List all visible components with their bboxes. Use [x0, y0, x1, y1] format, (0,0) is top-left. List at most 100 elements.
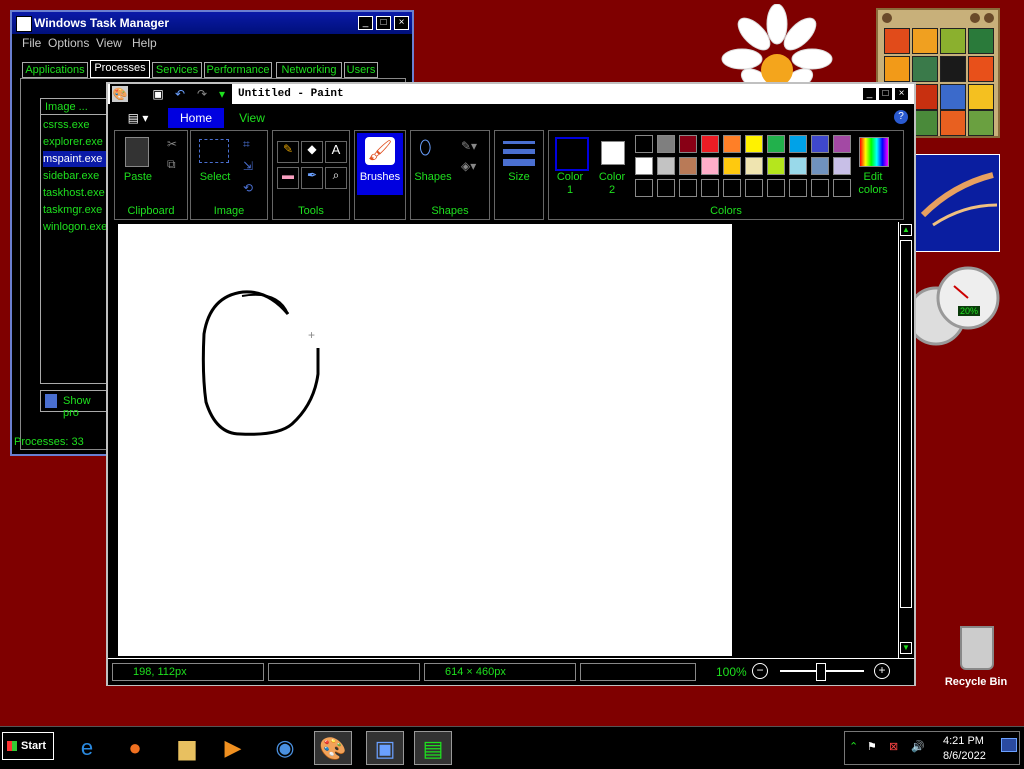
task-manager-taskbar-icon[interactable]: ▤	[414, 731, 452, 765]
palette-swatch[interactable]	[811, 157, 829, 175]
palette-swatch[interactable]	[635, 135, 653, 153]
palette-swatch[interactable]	[657, 157, 675, 175]
scroll-up-icon[interactable]: ▲	[900, 224, 912, 236]
palette-swatch[interactable]	[833, 179, 851, 197]
slideshow-gadget[interactable]	[912, 154, 1000, 252]
menu-options[interactable]: Options	[48, 36, 89, 50]
palette-swatch[interactable]	[745, 157, 763, 175]
zoom-out-button[interactable]: −	[752, 663, 768, 679]
palette-swatch[interactable]	[635, 179, 653, 197]
edit-colors-label[interactable]: Edit	[851, 171, 895, 183]
puzzle-tile[interactable]	[912, 28, 938, 54]
puzzle-tile[interactable]	[940, 110, 966, 136]
tab-home[interactable]: Home	[168, 108, 224, 128]
maximize-button[interactable]: □	[878, 87, 893, 101]
paint-menu-button[interactable]: ▤ ▾	[112, 108, 164, 128]
tab-processes[interactable]: Processes	[90, 60, 150, 78]
list-item[interactable]: sidebar.exe	[43, 168, 109, 184]
chrome-icon[interactable]: ◉	[266, 731, 304, 765]
palette-swatch[interactable]	[767, 157, 785, 175]
outline-icon[interactable]: ✎▾	[461, 139, 477, 153]
show-hidden-icons[interactable]: ⌃	[849, 740, 858, 753]
color1-label[interactable]: Color	[551, 171, 589, 183]
palette-swatch[interactable]	[679, 157, 697, 175]
save-icon[interactable]: ▣	[150, 86, 166, 102]
pencil-icon[interactable]: ✎	[277, 141, 299, 163]
puzzle-tile[interactable]	[912, 56, 938, 82]
list-item[interactable]: taskmgr.exe	[43, 202, 109, 218]
palette-swatch[interactable]	[767, 179, 785, 197]
palette-swatch[interactable]	[701, 157, 719, 175]
task-manager-titlebar[interactable]: Windows Task Manager _ □ ×	[12, 12, 412, 34]
palette-swatch[interactable]	[789, 179, 807, 197]
list-item[interactable]: taskhost.exe	[43, 185, 109, 201]
volume-icon[interactable]: 🔊	[911, 740, 925, 753]
palette-swatch[interactable]	[789, 157, 807, 175]
media-player-icon[interactable]: ▶	[214, 731, 252, 765]
timer-icon[interactable]	[970, 13, 980, 23]
help-icon[interactable]: ?	[894, 110, 908, 124]
zoom-in-button[interactable]: +	[874, 663, 890, 679]
menu-help[interactable]: Help	[132, 36, 157, 50]
magnifier-icon[interactable]: ⌕	[325, 167, 347, 189]
vertical-scrollbar[interactable]: ▲ ▼	[898, 222, 913, 658]
undo-icon[interactable]: ↶	[172, 86, 188, 102]
color1-swatch[interactable]	[555, 137, 589, 171]
palette-swatch[interactable]	[679, 135, 697, 153]
select-icon[interactable]	[199, 139, 229, 163]
paint-titlebar[interactable]: 🎨 ▣ ↶ ↷ ▾ Untitled - Paint _ □ ×	[108, 84, 914, 104]
tab-performance[interactable]: Performance	[204, 62, 272, 78]
minimize-button[interactable]: _	[862, 87, 877, 101]
customize-qat-icon[interactable]: ▾	[214, 86, 230, 102]
palette-swatch[interactable]	[701, 135, 719, 153]
clock-date[interactable]: 8/6/2022	[943, 750, 986, 762]
paste-icon[interactable]	[125, 137, 149, 167]
menu-file[interactable]: File	[22, 36, 41, 50]
text-icon[interactable]: A	[325, 141, 347, 163]
puzzle-tile[interactable]	[940, 56, 966, 82]
palette-swatch[interactable]	[789, 135, 807, 153]
close-button[interactable]: ×	[894, 87, 909, 101]
recycle-bin-desktop-icon[interactable]: Recycle Bin	[938, 624, 1014, 694]
eraser-icon[interactable]: ▬	[277, 167, 299, 189]
zoom-slider-thumb[interactable]	[816, 663, 826, 681]
puzzle-tile[interactable]	[968, 56, 994, 82]
shapes-icon[interactable]: ⬯	[419, 137, 447, 165]
tab-networking[interactable]: Networking	[276, 62, 342, 78]
internet-explorer-icon[interactable]: e	[68, 731, 106, 765]
palette-swatch[interactable]	[657, 135, 675, 153]
palette-swatch[interactable]	[679, 179, 697, 197]
color-picker-icon[interactable]: ✒	[301, 167, 323, 189]
start-button[interactable]: Start	[2, 732, 54, 760]
tab-users[interactable]: Users	[344, 62, 378, 78]
palette-swatch[interactable]	[723, 179, 741, 197]
maximize-button[interactable]: □	[376, 16, 391, 30]
redo-icon[interactable]: ↷	[194, 86, 210, 102]
help-icon[interactable]	[984, 13, 994, 23]
list-item-selected[interactable]: mspaint.exe	[43, 151, 109, 167]
remote-desktop-icon[interactable]: ▣	[366, 731, 404, 765]
show-desktop-icon[interactable]	[1001, 738, 1017, 752]
tab-applications[interactable]: Applications	[22, 62, 88, 78]
color2-label[interactable]: Color	[593, 171, 631, 183]
fill-icon[interactable]: ◆	[301, 141, 323, 163]
firefox-icon[interactable]: ●	[116, 731, 154, 765]
back-icon[interactable]	[882, 13, 892, 23]
puzzle-tile[interactable]	[884, 28, 910, 54]
drawing-canvas[interactable]: +	[118, 224, 732, 656]
color2-swatch[interactable]	[601, 141, 625, 165]
puzzle-tile[interactable]	[884, 56, 910, 82]
palette-swatch[interactable]	[635, 157, 653, 175]
tab-view[interactable]: View	[228, 108, 276, 128]
cut-icon[interactable]: ✂	[167, 137, 177, 151]
paste-button[interactable]: Paste	[117, 171, 159, 183]
palette-swatch[interactable]	[701, 179, 719, 197]
palette-swatch[interactable]	[745, 179, 763, 197]
show-processes-button[interactable]: Show pro	[40, 390, 110, 419]
palette-swatch[interactable]	[723, 135, 741, 153]
clock-gadget[interactable]	[714, 3, 840, 92]
menu-view[interactable]: View	[96, 36, 122, 50]
copy-icon[interactable]: ⧉	[167, 157, 176, 172]
puzzle-tile[interactable]	[940, 84, 966, 110]
minimize-button[interactable]: _	[358, 16, 373, 30]
